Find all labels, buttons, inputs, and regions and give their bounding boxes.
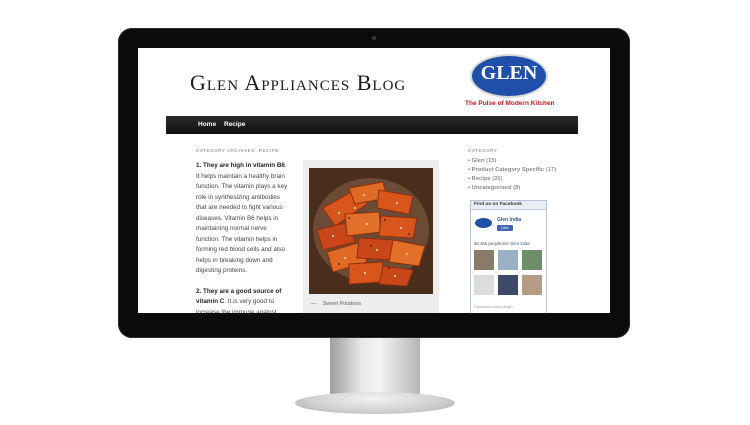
nav-home-link[interactable]: Home	[198, 121, 216, 128]
fan-avatar[interactable]	[498, 275, 518, 295]
facebook-widget-header: Find us on Facebook	[471, 201, 546, 210]
post-image-card: — Sweet Potatoes	[303, 160, 439, 313]
category-item[interactable]: • Uncategorized (8)	[468, 184, 556, 193]
glen-page-avatar[interactable]	[475, 218, 492, 228]
post-paragraph-1: 1. They are high in vitamin B6. It helps…	[196, 161, 288, 277]
paragraph-1-heading: 1. They are high in vitamin B6	[196, 162, 285, 169]
category-name[interactable]: Glen	[472, 158, 485, 164]
category-count: (26)	[492, 176, 503, 182]
category-item[interactable]: • Glen (15)	[468, 157, 556, 166]
monitor-bezel: Glen Appliances Blog GLEN The Pulse of M…	[118, 28, 630, 338]
category-count: (8)	[513, 185, 521, 191]
monitor-stand-base	[295, 392, 455, 414]
category-name[interactable]: Uncategorized	[472, 185, 512, 191]
glen-logo[interactable]: GLEN	[470, 54, 548, 98]
logo-text: GLEN	[480, 62, 538, 84]
likes-page-link[interactable]: Glen India	[510, 241, 530, 246]
facebook-page-name[interactable]: Glen India	[497, 217, 521, 223]
image-caption: — Sweet Potatoes	[311, 301, 362, 307]
sidebar-category-heading: CATEGORY	[468, 148, 498, 153]
monitor-stand-neck	[330, 338, 420, 396]
blog-title[interactable]: Glen Appliances Blog	[190, 70, 406, 96]
caption-text: Sweet Potatoes	[322, 301, 362, 307]
category-name[interactable]: Product Category Specific	[472, 167, 544, 173]
category-list: • Glen (15) • Product Category Specific …	[468, 157, 556, 193]
category-count: (15)	[486, 158, 497, 164]
fan-avatar[interactable]	[522, 250, 542, 270]
fan-avatar[interactable]	[474, 275, 494, 295]
facebook-widget: Find us on Facebook Glen India Like 68,4…	[470, 200, 547, 313]
facebook-fan-faces	[474, 250, 544, 300]
facebook-likes-count: 68,465 people like Glen India	[474, 241, 530, 246]
webcam	[372, 36, 376, 40]
category-name[interactable]: Recipe	[472, 176, 491, 182]
sweet-potatoes-image[interactable]	[309, 168, 433, 294]
archive-heading: CATEGORY ARCHIVES: RECIPE	[196, 148, 280, 153]
main-nav: Home Recipe	[166, 116, 578, 134]
post-paragraph-2: 2. They are a good source of vitamin C. …	[196, 287, 288, 314]
category-count: (17)	[545, 167, 557, 173]
likes-count-text: 68,465 people like	[474, 241, 509, 246]
facebook-plugin-footer: Facebook social plugin	[474, 305, 513, 309]
category-item[interactable]: • Recipe (26)	[468, 175, 556, 184]
fan-avatar[interactable]	[474, 250, 494, 270]
nav-recipe-link[interactable]: Recipe	[224, 121, 245, 128]
fan-avatar[interactable]	[498, 250, 518, 270]
browser-screen: Glen Appliances Blog GLEN The Pulse of M…	[138, 48, 610, 313]
logo-tagline: The Pulse of Modern Kitchen	[465, 100, 555, 107]
paragraph-1-text: . It helps maintain a healthy brain func…	[196, 162, 288, 274]
facebook-like-button[interactable]: Like	[497, 225, 513, 231]
category-item[interactable]: • Product Category Specific (17)	[468, 166, 556, 175]
fan-avatar[interactable]	[522, 275, 542, 295]
post-body: 1. They are high in vitamin B6. It helps…	[196, 161, 288, 313]
